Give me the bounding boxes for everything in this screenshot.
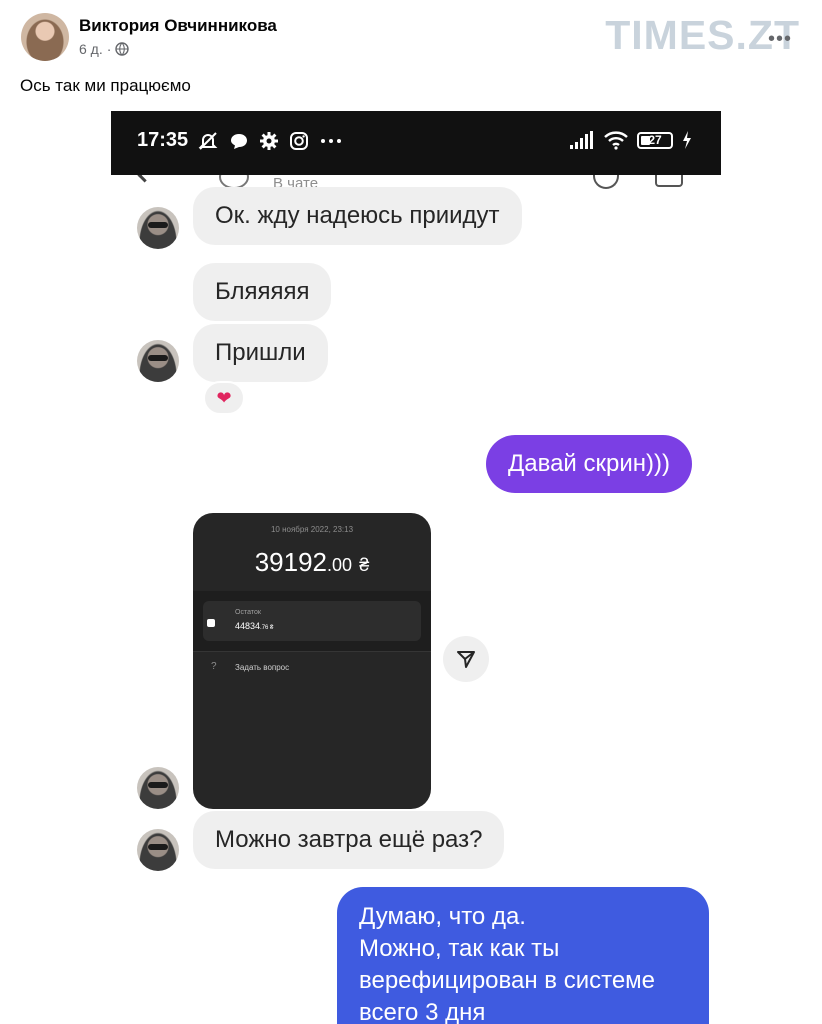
receipt-image[interactable]: 10 ноября 2022, 23:13 39192.00 ₴ Остаток… xyxy=(193,513,431,809)
message-line: Можно, так как ты xyxy=(359,935,560,962)
balance-main: 44834 xyxy=(235,621,261,631)
message-line: всего 3 дня xyxy=(359,999,486,1024)
receipt-date: 10 ноября 2022, 23:13 xyxy=(270,525,354,534)
author-name[interactable]: Виктория Овчинникова xyxy=(79,16,277,36)
sender-avatar[interactable] xyxy=(137,207,179,249)
status-icons-left xyxy=(197,130,343,152)
post-text: Ось так ми працюємо xyxy=(20,76,191,95)
amount-currency: ₴ xyxy=(359,555,370,575)
balance-fraction: .76 ₴ xyxy=(260,625,274,631)
message-incoming: Бляяяяя xyxy=(193,263,332,321)
sender-avatar[interactable] xyxy=(137,767,179,809)
status-icons-right: 27 xyxy=(569,130,693,150)
amount-fraction: .00 xyxy=(327,555,353,575)
sender-avatar[interactable] xyxy=(137,829,179,871)
message-outgoing: Давай скрин))) xyxy=(486,435,692,493)
balance-label: Остаток xyxy=(235,609,261,616)
balance-value: 44834.76 ₴ xyxy=(235,621,273,631)
post-time[interactable]: 6 д. xyxy=(79,41,103,57)
phone-icon[interactable] xyxy=(593,175,619,189)
gear-icon xyxy=(260,132,278,150)
post-meta: 6 д. · xyxy=(79,41,130,57)
question-label: Задать вопрос xyxy=(235,663,290,672)
battery-level: 27 xyxy=(648,132,662,147)
post-header: Виктория Овчинникова 6 д. · Ось так ми п… xyxy=(0,0,822,110)
receipt-divider xyxy=(193,651,431,652)
receipt-amount: 39192.00 ₴ xyxy=(193,547,431,578)
amount-main: 39192 xyxy=(254,547,328,577)
globe-icon xyxy=(115,42,130,56)
chat-bubble-icon xyxy=(231,134,247,149)
back-arrow-icon[interactable] xyxy=(137,175,155,183)
heart-reaction-icon[interactable]: ❤ xyxy=(203,381,245,415)
chat-screenshot: 17:35 27 В чате Ок. жду надеюсь приидут … xyxy=(111,111,721,1024)
video-icon[interactable] xyxy=(655,175,683,187)
message-incoming: Ок. жду надеюсь приидут xyxy=(193,187,522,245)
charging-icon xyxy=(683,131,691,149)
mute-bell-icon xyxy=(198,132,218,150)
more-horizontal-icon[interactable]: ••• xyxy=(768,28,792,51)
ellipsis-icon xyxy=(321,139,341,143)
message-incoming: Пришли xyxy=(193,324,328,382)
instagram-icon xyxy=(290,132,308,150)
author-avatar[interactable] xyxy=(21,13,69,61)
question-icon: ? xyxy=(211,661,217,672)
status-time: 17:35 xyxy=(137,129,189,151)
message-outgoing-multiline: Думаю, что да. Можно, так как ты верефиц… xyxy=(337,887,709,1024)
battery-icon: 27 xyxy=(637,131,673,149)
wifi-icon xyxy=(604,131,628,150)
card-icon xyxy=(207,619,215,627)
signal-icon xyxy=(570,131,593,149)
meta-separator: · xyxy=(106,41,112,57)
message-line: Думаю, что да. xyxy=(359,903,526,930)
send-icon xyxy=(457,651,475,668)
sender-avatar[interactable] xyxy=(137,340,179,382)
share-button[interactable] xyxy=(443,636,489,682)
message-incoming: Можно завтра ещё раз? xyxy=(193,811,505,869)
message-line: верефицирован в системе xyxy=(359,967,656,994)
status-bar: 17:35 27 xyxy=(111,111,721,175)
